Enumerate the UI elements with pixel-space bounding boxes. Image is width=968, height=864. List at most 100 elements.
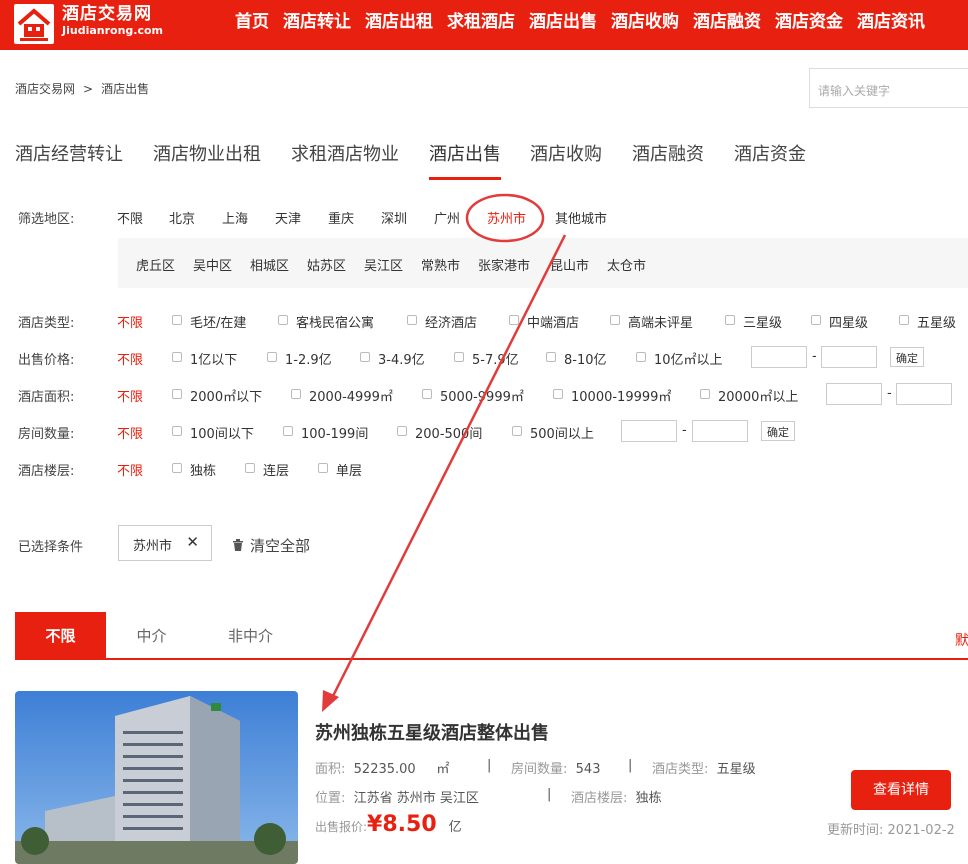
region-option[interactable]: 不限 — [117, 208, 143, 227]
region-option[interactable]: 北京 — [169, 208, 195, 227]
checkbox[interactable] — [172, 389, 182, 399]
tab-property-rent[interactable]: 酒店物业出租 — [153, 140, 261, 180]
nav-news[interactable]: 酒店资讯 — [850, 0, 932, 46]
price-option[interactable]: 3-4.9亿 — [378, 349, 425, 368]
area-option[interactable]: 10000-19999㎡ — [571, 386, 671, 405]
checkbox[interactable] — [172, 426, 182, 436]
checkbox[interactable] — [245, 463, 255, 473]
tab-hotel-transfer[interactable]: 酒店经营转让 — [15, 140, 123, 180]
close-icon[interactable]: ✕ — [186, 533, 199, 551]
district-option[interactable]: 昆山市 — [550, 255, 589, 274]
checkbox[interactable] — [267, 352, 277, 362]
rooms-min-input[interactable] — [621, 420, 677, 442]
agent-tab-any[interactable]: 不限 — [15, 612, 106, 658]
listing-title[interactable]: 苏州独栋五星级酒店整体出售 — [315, 719, 549, 745]
breadcrumb-current[interactable]: 酒店出售 — [101, 82, 149, 96]
selected-chip[interactable]: 苏州市 ✕ — [118, 525, 212, 561]
type-option[interactable]: 四星级 — [829, 312, 868, 331]
rooms-option[interactable]: 100-199间 — [301, 423, 368, 442]
type-option[interactable]: 经济酒店 — [425, 312, 477, 331]
rooms-option[interactable]: 100间以下 — [190, 423, 254, 442]
type-option[interactable]: 毛坯/在建 — [190, 312, 246, 331]
price-option[interactable]: 1亿以下 — [190, 349, 237, 368]
tab-hotel-acquire[interactable]: 酒店收购 — [530, 140, 602, 180]
nav-transfer[interactable]: 酒店转让 — [276, 0, 358, 46]
checkbox[interactable] — [512, 426, 522, 436]
district-option[interactable]: 吴中区 — [193, 255, 232, 274]
price-option[interactable]: 10亿㎡以上 — [654, 349, 723, 368]
checkbox[interactable] — [291, 389, 301, 399]
area-any[interactable]: 不限 — [117, 386, 143, 405]
floor-option[interactable]: 独栋 — [190, 460, 216, 479]
checkbox[interactable] — [360, 352, 370, 362]
agent-tab-non-agency[interactable]: 非中介 — [205, 612, 296, 658]
rooms-any[interactable]: 不限 — [117, 423, 143, 442]
breadcrumb-home[interactable]: 酒店交易网 — [15, 82, 75, 96]
checkbox[interactable] — [397, 426, 407, 436]
tab-hotel-financing[interactable]: 酒店融资 — [632, 140, 704, 180]
region-option[interactable]: 上海 — [222, 208, 248, 227]
rooms-confirm-button[interactable]: 确定 — [761, 421, 795, 441]
checkbox[interactable] — [278, 315, 288, 325]
region-option[interactable]: 深圳 — [381, 208, 407, 227]
area-max-input[interactable] — [896, 383, 952, 405]
region-option[interactable]: 其他城市 — [555, 208, 607, 227]
checkbox[interactable] — [172, 352, 182, 362]
brand[interactable]: 酒店交易网 Jiudianrong.com — [62, 4, 163, 38]
site-logo[interactable] — [14, 4, 54, 44]
checkbox[interactable] — [636, 352, 646, 362]
checkbox[interactable] — [700, 389, 710, 399]
price-min-input[interactable] — [751, 346, 807, 368]
tab-hotel-sale[interactable]: 酒店出售 — [429, 140, 501, 180]
region-option-selected[interactable]: 苏州市 — [487, 208, 526, 227]
tab-seek-property[interactable]: 求租酒店物业 — [291, 140, 399, 180]
nav-home[interactable]: 首页 — [228, 0, 276, 46]
area-option[interactable]: 2000㎡以下 — [190, 386, 262, 405]
area-option[interactable]: 5000-9999㎡ — [440, 386, 524, 405]
district-option[interactable]: 太仓市 — [607, 255, 646, 274]
nav-acquire[interactable]: 酒店收购 — [604, 0, 686, 46]
region-option[interactable]: 重庆 — [328, 208, 354, 227]
district-option[interactable]: 常熟市 — [421, 255, 460, 274]
search-input[interactable]: 请输入关键字 — [809, 68, 968, 108]
rooms-option[interactable]: 200-500间 — [415, 423, 482, 442]
rooms-max-input[interactable] — [692, 420, 748, 442]
checkbox[interactable] — [172, 315, 182, 325]
checkbox[interactable] — [172, 463, 182, 473]
price-option[interactable]: 1-2.9亿 — [285, 349, 332, 368]
checkbox[interactable] — [283, 426, 293, 436]
checkbox[interactable] — [454, 352, 464, 362]
price-any[interactable]: 不限 — [117, 349, 143, 368]
checkbox[interactable] — [811, 315, 821, 325]
nav-rent[interactable]: 酒店出租 — [358, 0, 440, 46]
area-option[interactable]: 20000㎡以上 — [718, 386, 798, 405]
checkbox[interactable] — [899, 315, 909, 325]
type-option[interactable]: 中端酒店 — [527, 312, 579, 331]
tab-hotel-funds[interactable]: 酒店资金 — [734, 140, 806, 180]
checkbox[interactable] — [546, 352, 556, 362]
view-details-button[interactable]: 查看详情 — [851, 770, 951, 810]
price-confirm-button[interactable]: 确定 — [890, 347, 924, 367]
floor-option[interactable]: 连层 — [263, 460, 289, 479]
agent-tab-agency[interactable]: 中介 — [106, 612, 197, 658]
type-option[interactable]: 五星级 — [917, 312, 956, 331]
floor-any[interactable]: 不限 — [117, 460, 143, 479]
checkbox[interactable] — [610, 315, 620, 325]
checkbox[interactable] — [725, 315, 735, 325]
floor-option[interactable]: 单层 — [336, 460, 362, 479]
district-option[interactable]: 姑苏区 — [307, 255, 346, 274]
district-option[interactable]: 吴江区 — [364, 255, 403, 274]
type-option[interactable]: 高端未评星 — [628, 312, 693, 331]
price-option[interactable]: 8-10亿 — [564, 349, 607, 368]
type-option[interactable]: 客栈民宿公寓 — [296, 312, 374, 331]
checkbox[interactable] — [509, 315, 519, 325]
nav-financing[interactable]: 酒店融资 — [686, 0, 768, 46]
sort-default[interactable]: 默 — [955, 630, 968, 650]
region-option[interactable]: 广州 — [434, 208, 460, 227]
checkbox[interactable] — [407, 315, 417, 325]
rooms-option[interactable]: 500间以上 — [530, 423, 594, 442]
price-max-input[interactable] — [821, 346, 877, 368]
nav-sale[interactable]: 酒店出售 — [522, 0, 604, 46]
district-option[interactable]: 张家港市 — [478, 255, 530, 274]
listing-photo[interactable] — [15, 691, 298, 864]
